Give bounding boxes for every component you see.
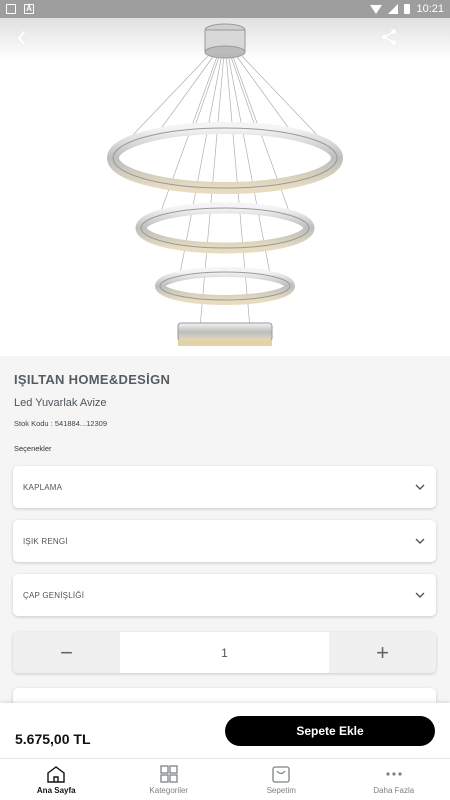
back-icon[interactable] bbox=[10, 26, 34, 50]
app-notification-icon: A bbox=[24, 4, 34, 14]
tab-categories[interactable]: Kategoriler bbox=[113, 759, 226, 800]
product-image-area[interactable] bbox=[0, 18, 450, 356]
option-select-label: KAPLAMA bbox=[23, 482, 63, 492]
battery-icon bbox=[404, 4, 411, 14]
increase-quantity-button[interactable]: + bbox=[329, 632, 436, 673]
brand-name[interactable]: IŞILTAN HOME&DESİGN bbox=[14, 372, 170, 387]
quantity-value: 1 bbox=[221, 645, 228, 660]
home-icon bbox=[47, 765, 65, 783]
options-heading: Seçenekler bbox=[14, 444, 52, 453]
tab-label: Daha Fazla bbox=[373, 785, 415, 795]
option-select-kaplama[interactable]: KAPLAMA bbox=[13, 466, 436, 508]
image-notification-icon bbox=[6, 4, 16, 14]
tab-more[interactable]: Daha Fazla bbox=[338, 759, 450, 800]
chandelier-image bbox=[107, 23, 343, 346]
bottom-tab-bar: Ana Sayfa Kategoriler Sepetim Daha Fazla bbox=[0, 758, 450, 800]
option-select-label: IŞIK RENGİ bbox=[23, 536, 68, 546]
product-price: 5.675,00 TL bbox=[15, 731, 91, 747]
more-icon bbox=[386, 771, 402, 776]
decrease-quantity-button[interactable]: − bbox=[13, 632, 120, 673]
stock-code: Stok Kodu : 541884...12309 bbox=[14, 419, 107, 428]
quantity-stepper: − 1 + bbox=[13, 632, 436, 673]
add-to-cart-button[interactable]: Sepete Ekle bbox=[225, 716, 435, 746]
tab-cart[interactable]: Sepetim bbox=[225, 759, 338, 800]
tab-label: Sepetim bbox=[266, 785, 296, 795]
purchase-bar: 5.675,00 TL Sepete Ekle bbox=[0, 703, 450, 758]
chevron-down-icon bbox=[415, 484, 425, 490]
product-title: Led Yuvarlak Avize bbox=[14, 397, 107, 409]
status-icons: 10:21 bbox=[370, 3, 444, 15]
chevron-down-icon bbox=[415, 592, 425, 598]
option-select-label: ÇAP GENİŞLİĞİ bbox=[23, 590, 85, 600]
grid-icon bbox=[160, 764, 178, 783]
chevron-down-icon bbox=[415, 538, 425, 544]
status-bar: A 10:21 bbox=[0, 0, 450, 18]
tab-home[interactable]: Ana Sayfa bbox=[0, 759, 113, 800]
tab-label: Kategoriler bbox=[149, 785, 189, 795]
basket-icon bbox=[272, 765, 290, 783]
share-icon[interactable] bbox=[378, 26, 400, 48]
status-time: 10:21 bbox=[416, 3, 444, 15]
option-select-isik-rengi[interactable]: IŞIK RENGİ bbox=[13, 520, 436, 562]
wifi-icon bbox=[370, 4, 383, 14]
tab-label: Ana Sayfa bbox=[36, 785, 76, 795]
option-select-cap-genisligi[interactable]: ÇAP GENİŞLİĞİ bbox=[13, 574, 436, 616]
signal-icon bbox=[388, 4, 399, 14]
